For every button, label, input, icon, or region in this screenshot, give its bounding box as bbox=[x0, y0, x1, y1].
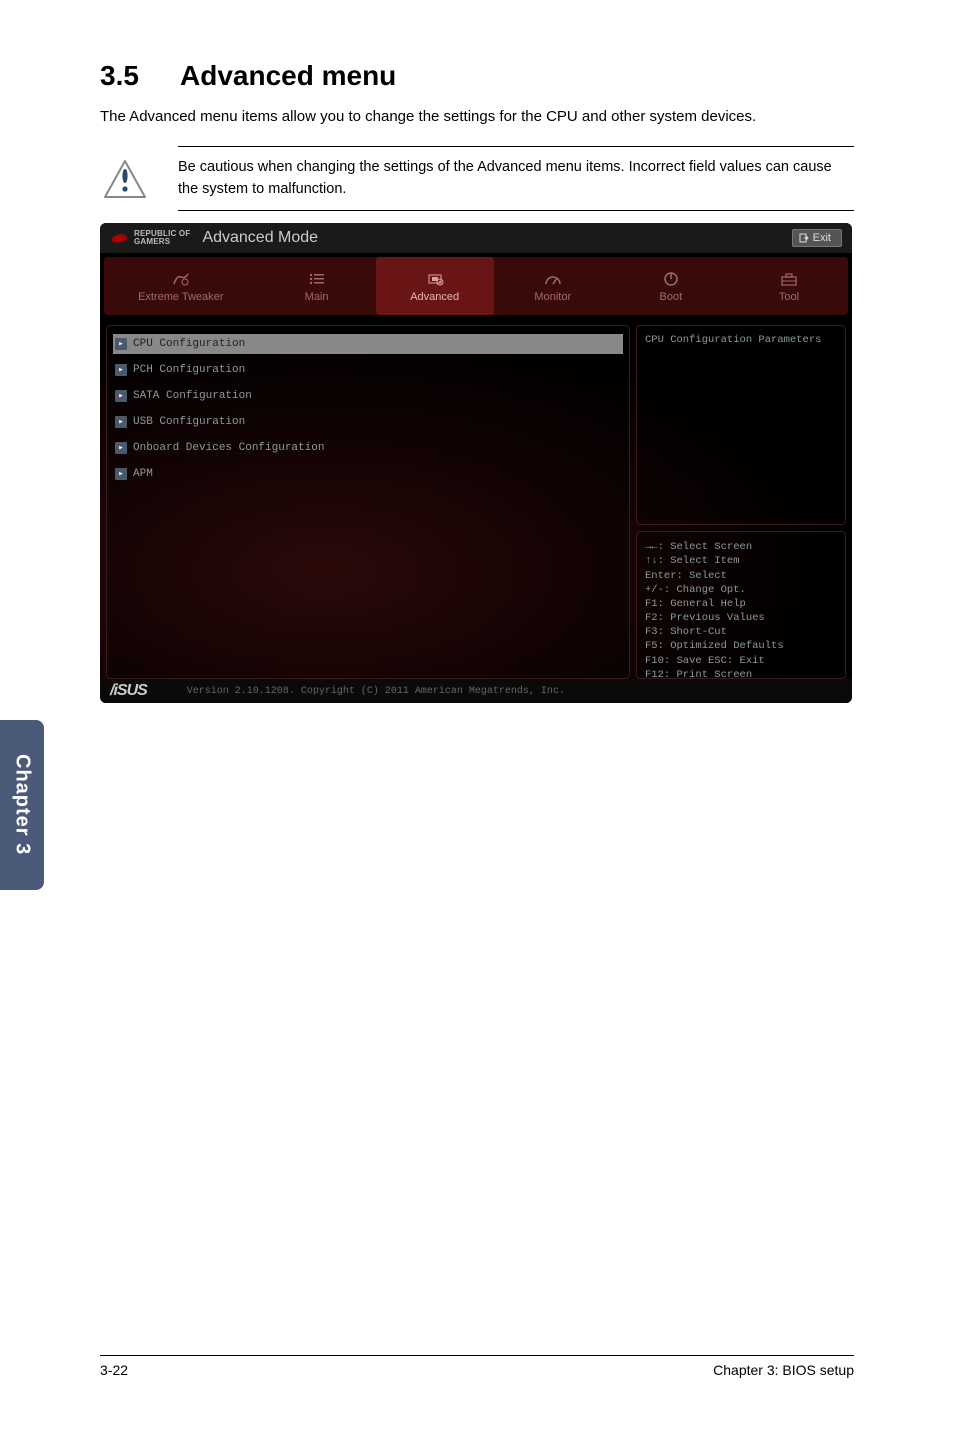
power-icon bbox=[663, 270, 679, 288]
rog-eye-icon bbox=[110, 231, 128, 245]
copyright-text: Version 2.10.1208. Copyright (C) 2011 Am… bbox=[187, 686, 565, 697]
tab-advanced[interactable]: Advanced bbox=[376, 257, 494, 315]
menu-label: SATA Configuration bbox=[133, 390, 252, 402]
menu-cpu-config[interactable]: ▸ CPU Configuration bbox=[113, 334, 623, 354]
menu-list: ▸ CPU Configuration ▸ PCH Configuration ▸ S… bbox=[106, 325, 630, 679]
caution-note: Be cautious when changing the settings o… bbox=[178, 146, 854, 212]
bios-footer: /‌iSUS Version 2.10.1208. Copyright (C) … bbox=[100, 679, 852, 703]
tab-label: Extreme Tweaker bbox=[138, 291, 223, 303]
exit-label: Exit bbox=[813, 232, 831, 244]
key-hint: F10: Save ESC: Exit bbox=[645, 654, 837, 668]
exit-icon bbox=[799, 233, 809, 243]
tab-label: Monitor bbox=[534, 291, 571, 303]
chevron-right-icon: ▸ bbox=[115, 338, 127, 350]
tab-label: Tool bbox=[779, 291, 799, 303]
menu-label: APM bbox=[133, 468, 153, 480]
tab-label: Main bbox=[305, 291, 329, 303]
chapter-side-tab: Chapter 3 bbox=[0, 720, 44, 890]
page-footer: 3-22 Chapter 3: BIOS setup bbox=[100, 1355, 854, 1378]
intro-text: The Advanced menu items allow you to cha… bbox=[100, 106, 854, 128]
rog-brand: REPUBLIC OF GAMERS Advanced Mode bbox=[110, 229, 318, 247]
tab-label: Advanced bbox=[410, 291, 459, 303]
bios-screenshot: REPUBLIC OF GAMERS Advanced Mode Exit Ex… bbox=[100, 223, 852, 703]
key-hint: F1: General Help bbox=[645, 597, 837, 611]
gauge-icon bbox=[544, 270, 562, 288]
asus-logo: /‌iSUS bbox=[110, 682, 147, 700]
exit-button[interactable]: Exit bbox=[792, 229, 842, 247]
chevron-right-icon: ▸ bbox=[115, 442, 127, 454]
tweaker-icon bbox=[172, 270, 190, 288]
tab-main[interactable]: Main bbox=[258, 257, 376, 315]
chapter-label: Chapter 3 bbox=[11, 754, 34, 855]
menu-pch-config[interactable]: ▸ PCH Configuration bbox=[113, 360, 623, 380]
tab-label: Boot bbox=[660, 291, 683, 303]
chip-icon bbox=[426, 270, 444, 288]
list-icon bbox=[309, 270, 325, 288]
toolbox-icon bbox=[780, 270, 798, 288]
key-hint: F3: Short-Cut bbox=[645, 625, 837, 639]
key-hint: →←: Select Screen bbox=[645, 540, 837, 554]
section-heading: 3.5Advanced menu bbox=[100, 60, 854, 92]
bios-titlebar: REPUBLIC OF GAMERS Advanced Mode Exit bbox=[100, 223, 852, 253]
tab-boot[interactable]: Boot bbox=[612, 257, 730, 315]
chevron-right-icon: ▸ bbox=[115, 416, 127, 428]
key-hint: Enter: Select bbox=[645, 569, 837, 583]
help-panel: CPU Configuration Parameters bbox=[636, 325, 846, 525]
menu-label: USB Configuration bbox=[133, 416, 245, 428]
heading-number: 3.5 bbox=[100, 60, 180, 92]
tab-extreme-tweaker[interactable]: Extreme Tweaker bbox=[104, 257, 258, 315]
key-hint: F5: Optimized Defaults bbox=[645, 639, 837, 653]
page-number: 3-22 bbox=[100, 1362, 128, 1378]
help-text: CPU Configuration Parameters bbox=[645, 334, 837, 346]
menu-label: CPU Configuration bbox=[133, 338, 245, 350]
chevron-right-icon: ▸ bbox=[115, 468, 127, 480]
footer-title: Chapter 3: BIOS setup bbox=[713, 1362, 854, 1378]
tab-tool[interactable]: Tool bbox=[730, 257, 848, 315]
heading-title: Advanced menu bbox=[180, 60, 396, 91]
key-hint: +/-: Change Opt. bbox=[645, 583, 837, 597]
tab-monitor[interactable]: Monitor bbox=[494, 257, 612, 315]
menu-label: PCH Configuration bbox=[133, 364, 245, 376]
menu-label: Onboard Devices Configuration bbox=[133, 442, 324, 454]
key-hint: ↑↓: Select Item bbox=[645, 554, 837, 568]
key-hint: F12: Print Screen bbox=[645, 668, 837, 682]
key-hint: F2: Previous Values bbox=[645, 611, 837, 625]
menu-sata-config[interactable]: ▸ SATA Configuration bbox=[113, 386, 623, 406]
caution-text: Be cautious when changing the settings o… bbox=[150, 157, 854, 201]
menu-apm[interactable]: ▸ APM bbox=[113, 464, 623, 484]
brand-bottom: GAMERS bbox=[134, 238, 190, 246]
tab-bar: Extreme Tweaker Main Advanced Monitor Bo… bbox=[104, 257, 848, 315]
menu-onboard-config[interactable]: ▸ Onboard Devices Configuration bbox=[113, 438, 623, 458]
chevron-right-icon: ▸ bbox=[115, 390, 127, 402]
caution-icon bbox=[100, 159, 150, 199]
chevron-right-icon: ▸ bbox=[115, 364, 127, 376]
key-help-panel: →←: Select Screen ↑↓: Select Item Enter:… bbox=[636, 531, 846, 679]
menu-usb-config[interactable]: ▸ USB Configuration bbox=[113, 412, 623, 432]
mode-title: Advanced Mode bbox=[202, 229, 318, 247]
